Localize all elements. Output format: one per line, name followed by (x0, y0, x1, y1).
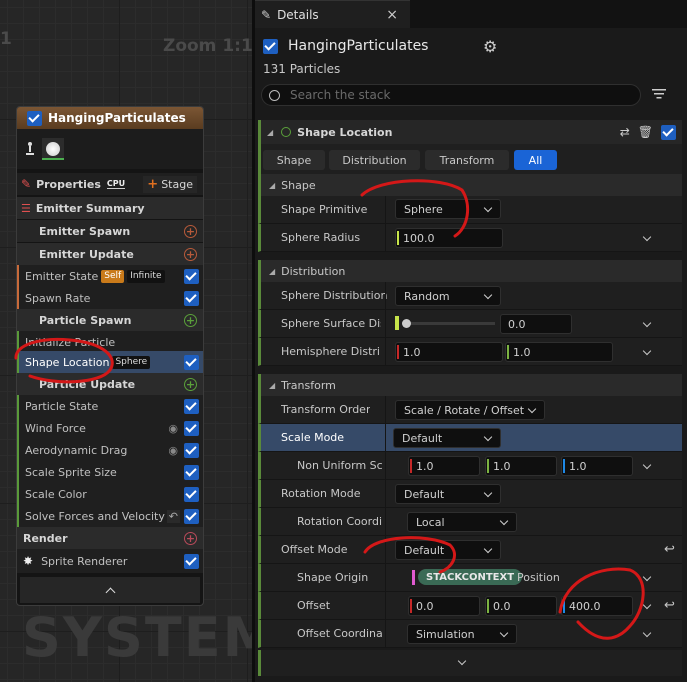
annotation-overlay (14, 179, 645, 640)
